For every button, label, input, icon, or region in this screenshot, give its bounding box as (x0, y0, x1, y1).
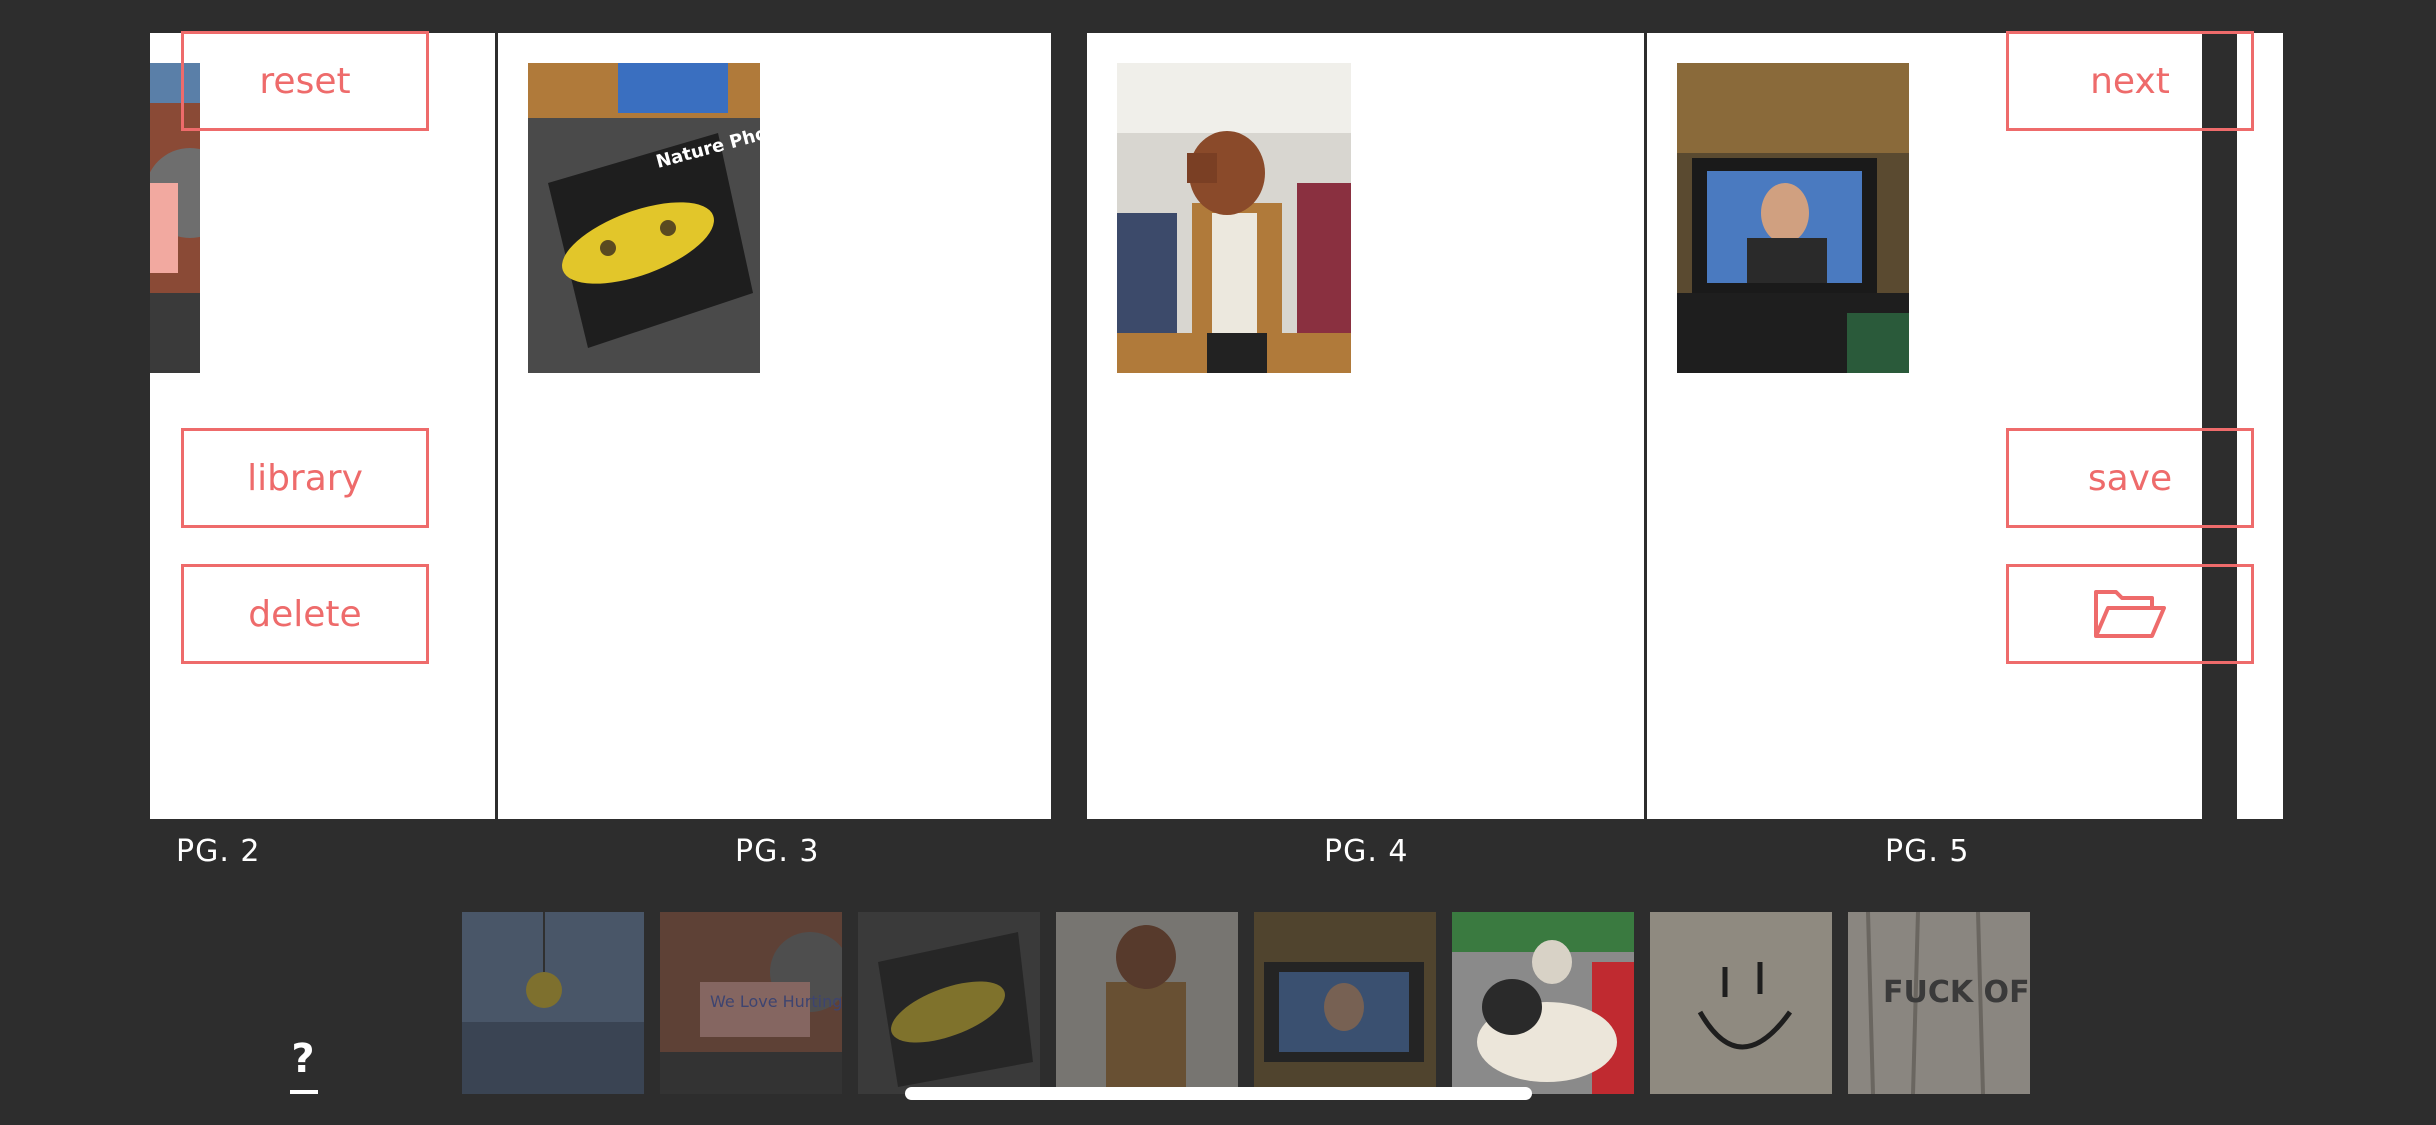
page-label-5: PG. 5 (1885, 834, 1970, 869)
thumb-horse-mask[interactable] (1056, 912, 1238, 1094)
page-label-2: PG. 2 (176, 834, 261, 869)
thumb-sign-text: We Love Hurting People (710, 992, 842, 1011)
help-underline (290, 1090, 318, 1094)
thumb-moth-book[interactable] (858, 912, 1040, 1094)
page-2[interactable] (150, 33, 495, 819)
photo-pg3-moth-book[interactable]: Nature Photography (528, 63, 760, 373)
save-button[interactable]: save (2006, 428, 2254, 528)
help-button[interactable]: ? (288, 1036, 318, 1082)
photo-pg5-tv-man[interactable] (1677, 63, 1909, 373)
thumb-tv-man[interactable] (1254, 912, 1436, 1094)
spread-right (1087, 33, 2202, 819)
open-folder-button[interactable] (2006, 564, 2254, 664)
thumb-sign[interactable]: We Love Hurting People (660, 912, 842, 1094)
thumb-carved-text: FUCK OFF (1883, 975, 2030, 1010)
thumb-smiley[interactable] (1650, 912, 1832, 1094)
spread-left: Nature Photography (150, 33, 1051, 819)
home-indicator[interactable] (905, 1087, 1532, 1100)
library-button[interactable]: library (181, 428, 429, 528)
page-3[interactable]: Nature Photography (495, 33, 1051, 819)
delete-button[interactable]: delete (181, 564, 429, 664)
page-label-4: PG. 4 (1324, 834, 1409, 869)
thumb-balloon[interactable] (462, 912, 644, 1094)
folder-open-icon (2094, 590, 2166, 638)
page-4[interactable] (1087, 33, 1644, 819)
photo-pg4-horse-mask[interactable] (1117, 63, 1351, 373)
page-label-3: PG. 3 (735, 834, 820, 869)
next-spread-edge (2237, 33, 2283, 819)
reset-button[interactable]: reset (181, 31, 429, 131)
page-5[interactable] (1644, 33, 2202, 819)
next-button[interactable]: next (2006, 31, 2254, 131)
thumb-carved-tree[interactable]: FUCK OFF (1848, 912, 2030, 1094)
thumb-dogs[interactable] (1452, 912, 1634, 1094)
